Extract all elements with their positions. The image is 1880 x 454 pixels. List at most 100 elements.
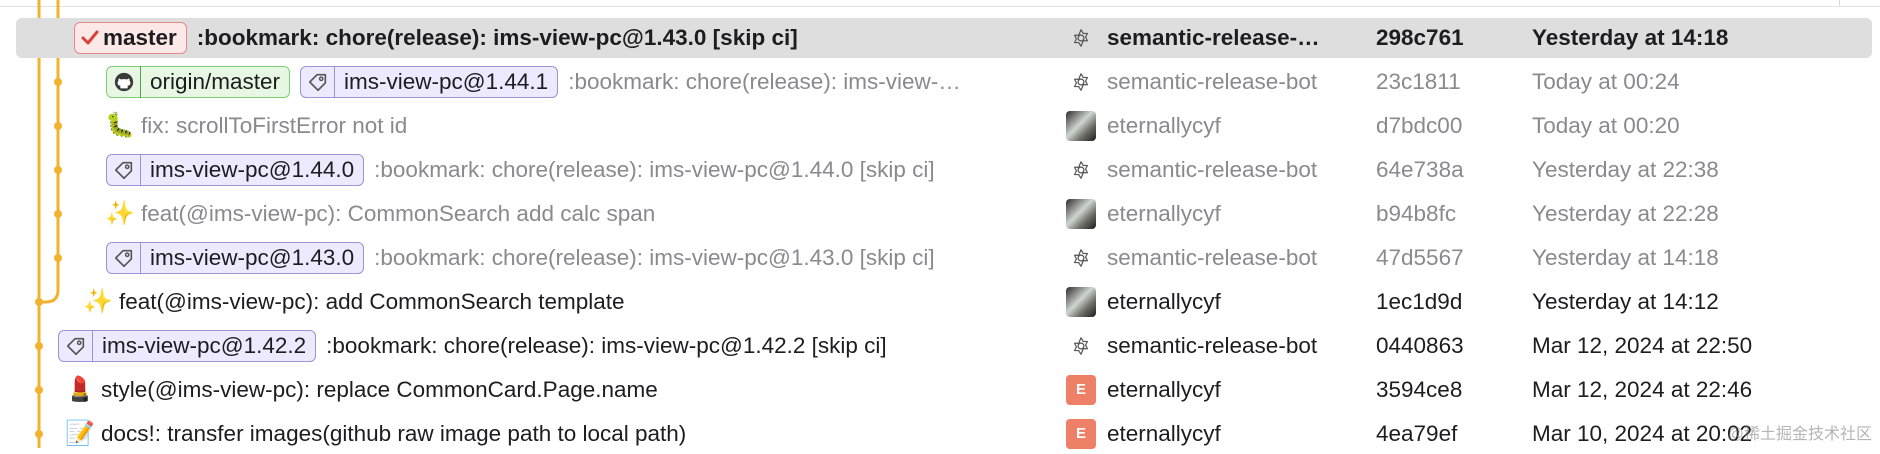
commit-date: Mar 12, 2024 at 22:46 [1532,377,1753,402]
commit-row[interactable]: master :bookmark: chore(release): ims-vie… [16,18,1872,58]
author-name: semantic-release-bot [1107,333,1318,358]
commit-author: semantic-release-… [1066,18,1366,58]
commit-hash: 3594ce8 [1376,377,1463,402]
tag-badge[interactable]: ims-view-pc@1.44.1 [300,66,559,98]
commit-date: Yesterday at 22:38 [1532,157,1719,182]
author-name: semantic-release-bot [1107,69,1318,94]
remote-branch-badge[interactable]: origin/master [106,66,291,98]
commit-date: Yesterday at 22:28 [1532,201,1719,226]
commit-row[interactable]: ims-view-pc@1.44.0 :bookmark: chore(relea… [16,150,1872,190]
author-name: eternallycyf [1107,421,1221,446]
commit-emoji-icon: 🐛 [106,112,135,139]
bot-icon [1066,155,1096,185]
author-name: eternallycyf [1107,289,1221,314]
commit-row[interactable]: ✨ feat(@ims-view-pc): CommonSearch add ca… [16,194,1872,234]
badge-label: ims-view-pc@1.43.0 [150,245,355,270]
commit-hash: 4ea79ef [1376,421,1458,446]
avatar [1066,199,1096,229]
commit-author: semantic-release-bot [1066,150,1366,190]
bot-icon [1066,331,1096,361]
commit-subject-cell: ims-view-pc@1.42.2 :bookmark: chore(relea… [58,326,1054,366]
commit-subject: :bookmark: chore(release): ims-view-pc@1… [196,25,798,50]
commit-author: eternallycyf [1066,194,1366,234]
commit-emoji-icon: ✨ [106,200,135,227]
commit-subject-cell: ✨ feat(@ims-view-pc): add CommonSearch te… [84,282,1054,322]
commit-author: Eeternallycyf [1066,370,1366,410]
commit-emoji-icon: 📝 [66,420,95,447]
commit-subject: feat(@ims-view-pc): add CommonSearch tem… [119,289,625,314]
commit-subject-cell: master :bookmark: chore(release): ims-vie… [74,18,1054,58]
commit-subject-cell: ✨ feat(@ims-view-pc): CommonSearch add ca… [106,194,1054,234]
commit-subject-cell: origin/master ims-view-pc@1.44.1 :bookmark… [106,62,1054,102]
author-name: eternallycyf [1107,201,1221,226]
badge-label: master [103,25,177,50]
tag-icon [301,66,336,98]
commit-hash: 1ec1d9d [1376,289,1463,314]
bot-icon [1066,67,1096,97]
tag-icon [107,242,141,274]
author-name: eternallycyf [1107,377,1221,402]
commit-emoji-icon: ✨ [84,288,113,315]
avatar: E [1066,375,1096,405]
github-icon [107,66,141,98]
bot-icon [1066,23,1096,53]
commit-author: eternallycyf [1066,106,1366,146]
tag-badge[interactable]: ims-view-pc@1.43.0 [106,242,365,274]
badge-label: ims-view-pc@1.42.2 [102,333,307,358]
commit-subject-cell: ims-view-pc@1.44.0 :bookmark: chore(relea… [106,150,1054,190]
commit-hash: 64e738a [1376,157,1464,182]
commit-author: semantic-release-bot [1066,62,1366,102]
commit-date: Yesterday at 14:18 [1532,245,1719,270]
commit-subject-cell: ims-view-pc@1.43.0 :bookmark: chore(relea… [106,238,1054,278]
commit-hash: 23c1811 [1376,69,1461,94]
tag-badge[interactable]: ims-view-pc@1.44.0 [106,154,365,186]
toolbar-divider [0,0,1880,7]
commit-date: Today at 00:24 [1532,69,1680,94]
commit-row[interactable]: ✨ feat(@ims-view-pc): add CommonSearch te… [16,282,1872,322]
commit-author: semantic-release-bot [1066,326,1366,366]
commit-row[interactable]: 💄 style(@ims-view-pc): replace CommonCard… [16,370,1872,410]
avatar [1066,111,1096,141]
badge-label: ims-view-pc@1.44.0 [150,157,355,182]
checkmark-icon [75,22,101,54]
commit-row[interactable]: 🐛 fix: scrollToFirstError not id eternally… [16,106,1872,146]
commit-subject: :bookmark: chore(release): ims-view-pc@1… [374,157,935,182]
commit-row[interactable]: origin/master ims-view-pc@1.44.1 :bookmark… [16,62,1872,102]
bot-icon [1066,243,1096,273]
commit-author: semantic-release-bot [1066,238,1366,278]
commit-hash: 0440863 [1376,333,1464,358]
commit-subject-cell: 📝 docs!: transfer images(github raw image… [66,414,1054,454]
commit-subject: :bookmark: chore(release): ims-view-pc@1… [326,333,887,358]
tag-icon [107,154,141,186]
commit-subject: :bookmark: chore(release): ims-view-pc@1… [374,245,935,270]
commit-subject: style(@ims-view-pc): replace CommonCard.… [101,377,658,402]
author-name: semantic-release-bot [1107,157,1318,182]
commit-row[interactable]: ims-view-pc@1.42.2 :bookmark: chore(relea… [16,326,1872,366]
commit-date: Today at 00:20 [1532,113,1680,138]
avatar: E [1066,419,1096,449]
commit-hash: b94b8fc [1376,201,1457,226]
avatar [1066,287,1096,317]
commit-hash: 47d5567 [1376,245,1464,270]
commit-hash: d7bdc00 [1376,113,1463,138]
commit-subject: docs!: transfer images(github raw image … [101,421,687,446]
tag-badge[interactable]: ims-view-pc@1.42.2 [58,330,317,362]
head-branch-badge[interactable]: master [74,22,187,54]
commit-subject-cell: 🐛 fix: scrollToFirstError not id [106,106,1054,146]
commit-subject-cell: 💄 style(@ims-view-pc): replace CommonCard… [66,370,1054,410]
commit-date: Yesterday at 14:18 [1532,25,1729,50]
badge-label: origin/master [150,69,281,94]
commit-date: Mar 12, 2024 at 22:50 [1532,333,1753,358]
tag-icon [59,330,93,362]
commit-hash: 298c761 [1376,25,1464,50]
commit-date: Mar 10, 2024 at 20:02 [1532,421,1753,446]
author-name: semantic-release-bot [1107,245,1318,270]
commit-date: Yesterday at 14:12 [1532,289,1719,314]
commit-row[interactable]: 📝 docs!: transfer images(github raw image… [16,414,1872,454]
commit-subject: :bookmark: chore(release): ims-view-… [568,69,961,94]
author-name: semantic-release-… [1107,25,1320,50]
commit-row[interactable]: ims-view-pc@1.43.0 :bookmark: chore(relea… [16,238,1872,278]
commit-author: eternallycyf [1066,282,1366,322]
commit-emoji-icon: 💄 [66,376,95,403]
author-name: eternallycyf [1107,113,1221,138]
